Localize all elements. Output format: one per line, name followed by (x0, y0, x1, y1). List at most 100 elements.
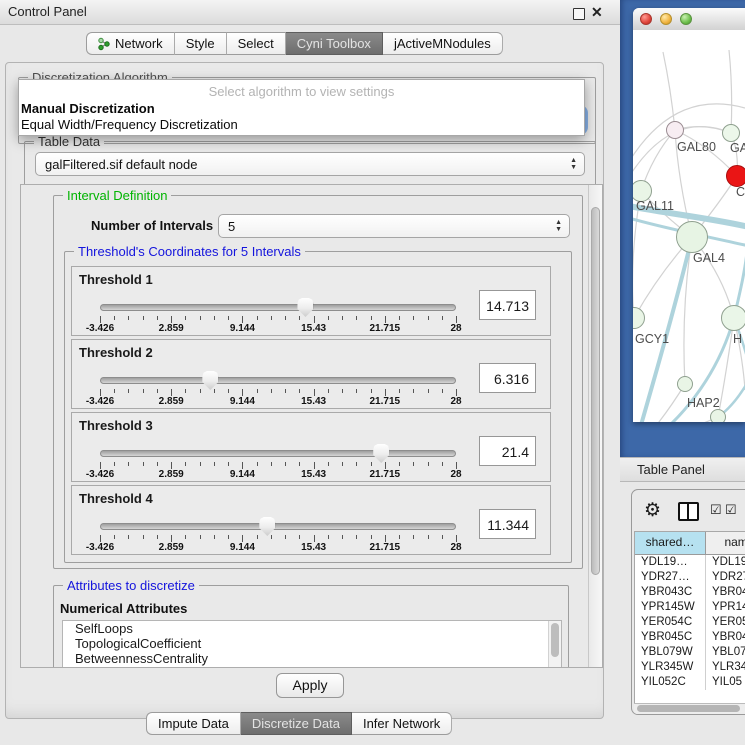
tick-label: 2.859 (141, 396, 201, 407)
table-cell: YIL052C (635, 675, 706, 690)
node-red-node[interactable] (726, 165, 745, 187)
table-row[interactable]: YBR045CYBR04 (635, 630, 745, 645)
control-panel: Control Panel ✕ NetworkStyleSelectCyni T… (0, 0, 620, 745)
combo-stepper-icon: ▲▼ (555, 219, 562, 233)
threshold-slider-track[interactable] (100, 523, 456, 530)
threshold-slider-handle[interactable] (202, 371, 218, 390)
tick-label: 28 (426, 542, 486, 553)
tick-mark (157, 316, 158, 320)
tab-infer-network[interactable]: Infer Network (352, 712, 452, 735)
column-header-name[interactable]: name (706, 532, 745, 554)
list-item-betweennesscentrality[interactable]: BetweennessCentrality (63, 651, 561, 666)
tick-mark (271, 462, 272, 466)
number-of-intervals-value: 5 (228, 219, 235, 234)
tick-mark (285, 389, 286, 393)
table-row[interactable]: YDL19…YDL19 (635, 555, 745, 570)
tick-mark (442, 462, 443, 466)
node-gal4[interactable] (676, 221, 708, 253)
tick-label: 15.43 (284, 323, 344, 334)
threshold-value-field[interactable]: 6.316 (479, 363, 536, 393)
table-cell: YDR27 (706, 570, 745, 585)
tick-mark (143, 316, 144, 320)
table-data-combo[interactable]: galFiltered.sif default node ▲▼ (35, 152, 585, 176)
node-gal80[interactable] (666, 121, 684, 139)
checkbox-icon[interactable]: ☑ (710, 503, 722, 516)
threshold-slider-track[interactable] (100, 450, 456, 457)
number-of-intervals-combo[interactable]: 5 ▲▼ (218, 214, 570, 238)
tick-mark (157, 535, 158, 539)
tab-jactivemnodules[interactable]: jActiveMNodules (383, 32, 503, 55)
network-edge (635, 237, 692, 422)
gear-icon[interactable]: ⚙ (644, 499, 661, 522)
float-window-icon[interactable] (573, 8, 585, 20)
tick-mark (371, 316, 372, 320)
tab-cyni-toolbox[interactable]: Cyni Toolbox (286, 32, 383, 55)
threshold-slider-handle[interactable] (297, 298, 313, 317)
list-scrollbar[interactable] (548, 621, 561, 668)
dropdown-option-equal-width-frequency-discretization[interactable]: Equal Width/Frequency Discretization (21, 117, 238, 132)
table-row[interactable]: YBR043CYBR04 (635, 585, 745, 600)
table-row[interactable]: YLR345WYLR34 (635, 660, 745, 675)
threshold-value-field[interactable]: 11.344 (479, 509, 536, 539)
table-data-value: galFiltered.sif default node (45, 157, 197, 172)
tab-network[interactable]: Network (86, 32, 175, 55)
tick-label: 28 (426, 396, 486, 407)
column-selector-icon[interactable] (678, 502, 699, 521)
table-row[interactable]: YER054CYER05 (635, 615, 745, 630)
table-hscrollbar[interactable] (634, 703, 745, 714)
list-item-selfloops[interactable]: SelfLoops (63, 621, 561, 636)
numerical-attributes-list[interactable]: SelfLoopsTopologicalCoefficientBetweenne… (62, 620, 562, 668)
tick-mark (356, 462, 357, 466)
settings-scrollbar-thumb[interactable] (591, 207, 600, 575)
table-row[interactable]: YBL079WYBL07 (635, 645, 745, 660)
threshold-value-field[interactable]: 21.4 (479, 436, 536, 466)
close-traffic-light-icon[interactable] (640, 13, 652, 25)
node-label-gal11: GAL11 (636, 199, 674, 213)
tick-mark (314, 535, 315, 542)
node-node-top-right[interactable] (722, 124, 740, 142)
tick-label: 2.859 (141, 469, 201, 480)
table-row[interactable]: YPR145WYPR14 (635, 600, 745, 615)
table-hscrollbar-thumb[interactable] (637, 705, 740, 712)
tab-impute-data[interactable]: Impute Data (146, 712, 241, 735)
tick-mark (242, 316, 243, 323)
tick-mark (456, 535, 457, 542)
algorithm-dropdown-popup: Select algorithm to view settings Manual… (18, 79, 585, 136)
threshold-slider-track[interactable] (100, 377, 456, 384)
threshold-panel-2: Threshold 2-3.4262.8599.14415.4321.71528… (71, 339, 551, 409)
table-row[interactable]: YDR27…YDR27 (635, 570, 745, 585)
zoom-traffic-light-icon[interactable] (680, 13, 692, 25)
tick-mark (214, 462, 215, 466)
column-header-shared[interactable]: shared… (635, 532, 706, 554)
threshold-slider-track[interactable] (100, 304, 456, 311)
tab-style[interactable]: Style (175, 32, 227, 55)
close-icon[interactable]: ✕ (591, 3, 603, 21)
tick-mark (428, 316, 429, 320)
node-hap2[interactable] (677, 376, 693, 392)
tab-select[interactable]: Select (227, 32, 286, 55)
tick-mark (257, 535, 258, 539)
tick-mark (428, 535, 429, 539)
tick-label: -3.426 (70, 469, 130, 480)
threshold-slider-handle[interactable] (259, 517, 275, 536)
network-canvas[interactable]: GAL80GACGAL11GAL4GCY1HHAP2 (633, 30, 745, 422)
threshold-slider-handle[interactable] (373, 444, 389, 463)
settings-scrollbar[interactable] (588, 185, 602, 667)
list-item-topologicalcoefficient[interactable]: TopologicalCoefficient (63, 636, 561, 651)
list-scrollbar-thumb[interactable] (551, 623, 559, 657)
node-bottom-node[interactable] (710, 409, 726, 422)
tick-mark (271, 535, 272, 539)
tick-mark (342, 535, 343, 539)
checkbox-icon[interactable]: ☑ (725, 503, 737, 516)
tab-label: Network (115, 36, 163, 51)
dropdown-option-manual-discretization[interactable]: Manual Discretization (21, 101, 155, 116)
apply-button[interactable]: Apply (276, 673, 344, 698)
minimize-traffic-light-icon[interactable] (660, 13, 672, 25)
tick-label: 9.144 (212, 396, 272, 407)
tab-discretize-data[interactable]: Discretize Data (241, 712, 352, 735)
threshold-value-field[interactable]: 14.713 (479, 290, 536, 320)
node-h-node[interactable] (721, 305, 745, 331)
table-row[interactable]: YIL052CYIL05 (635, 675, 745, 690)
table-header-row: shared…name (635, 532, 745, 555)
tick-mark (171, 316, 172, 323)
